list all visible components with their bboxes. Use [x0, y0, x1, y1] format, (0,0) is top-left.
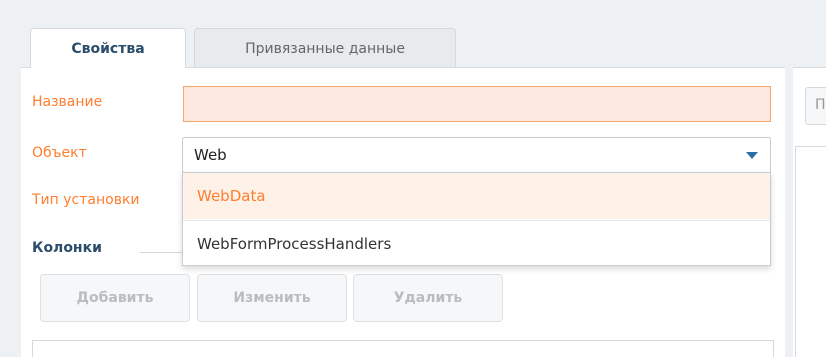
section-divider — [140, 252, 184, 253]
object-label: Объект — [32, 145, 87, 161]
chevron-down-icon[interactable] — [746, 152, 758, 159]
right-panel-button-label: П — [815, 97, 826, 113]
name-input[interactable] — [183, 86, 771, 122]
dropdown-option-webformprocesshandlers[interactable]: WebFormProcessHandlers — [183, 220, 770, 266]
add-button[interactable]: Добавить — [40, 274, 190, 322]
name-label: Название — [32, 94, 103, 110]
delete-button[interactable]: Удалить — [353, 274, 503, 322]
tab-linked-data[interactable]: Привязанные данные — [194, 28, 456, 68]
columns-grid — [32, 340, 774, 357]
right-panel-button[interactable]: П — [805, 87, 826, 125]
edit-button[interactable]: Изменить — [197, 274, 347, 322]
install-type-label: Тип установки — [32, 192, 140, 208]
dropdown-option-webdata[interactable]: WebData — [183, 173, 770, 219]
object-combobox[interactable]: Web — [182, 137, 771, 173]
columns-section-title: Колонки — [32, 240, 102, 256]
object-dropdown-list: WebData WebFormProcessHandlers — [182, 172, 771, 266]
object-combobox-value: Web — [194, 146, 227, 164]
tab-properties[interactable]: Свойства — [30, 28, 186, 68]
right-panel-content — [795, 146, 826, 357]
